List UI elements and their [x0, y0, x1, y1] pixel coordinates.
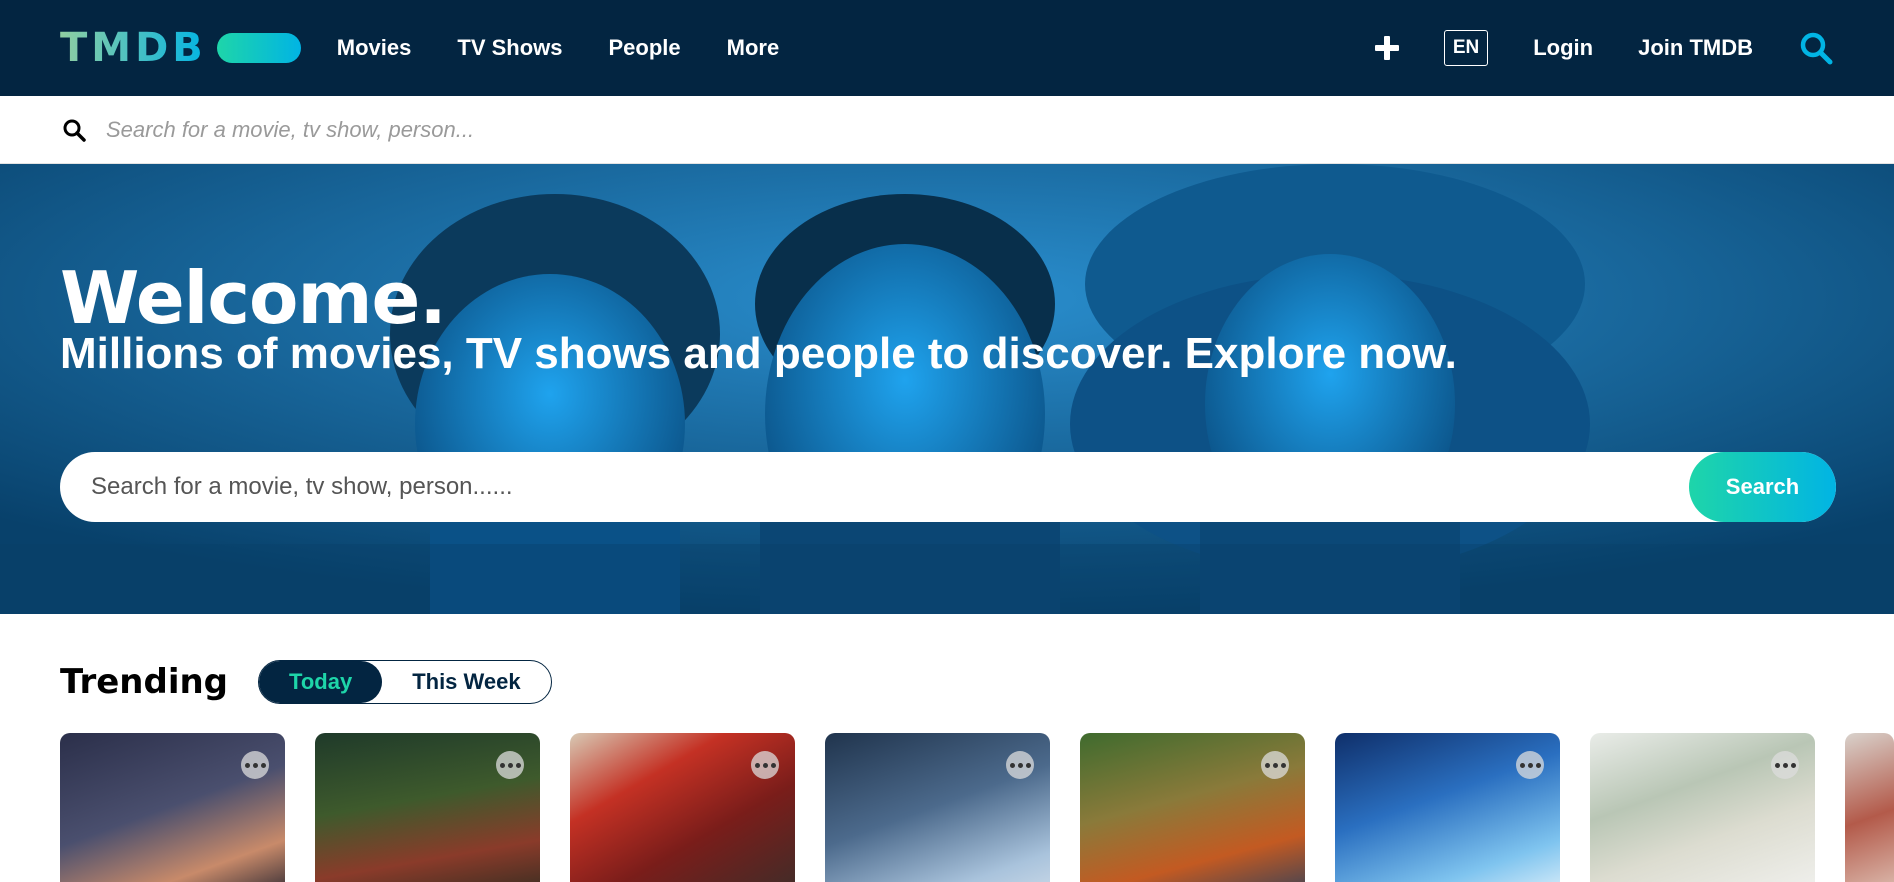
trending-carousel [60, 733, 1894, 882]
trending-card[interactable] [315, 733, 540, 882]
hero-search-input[interactable] [60, 452, 1689, 522]
trending-card[interactable] [1845, 733, 1894, 882]
nav-movies[interactable]: Movies [337, 35, 412, 61]
tmdb-logo[interactable]: TMDB [60, 28, 301, 68]
trending-card[interactable] [1080, 733, 1305, 882]
trending-period-selector: Today This Week [258, 660, 552, 704]
logo-pill-graphic [216, 33, 301, 63]
more-options-icon[interactable] [1006, 751, 1034, 779]
hero-title: Welcome. [60, 256, 447, 340]
more-options-icon[interactable] [751, 751, 779, 779]
more-options-icon[interactable] [241, 751, 269, 779]
tab-today[interactable]: Today [259, 661, 383, 703]
trending-card[interactable] [1590, 733, 1815, 882]
hero-search-button[interactable]: Search [1689, 452, 1836, 522]
hero-background-image [0, 164, 1894, 614]
quick-search-input[interactable] [106, 116, 1806, 143]
quick-search-bar [0, 96, 1894, 164]
trending-card[interactable] [570, 733, 795, 882]
nav-more[interactable]: More [727, 35, 780, 61]
logo-text: TMDB [60, 25, 207, 71]
hero-banner: Welcome. Millions of movies, TV shows an… [0, 164, 1894, 614]
search-icon [63, 119, 86, 142]
tab-this-week[interactable]: This Week [382, 661, 550, 703]
nav-right-actions: EN Login Join TMDB [1374, 30, 1834, 66]
join-link[interactable]: Join TMDB [1638, 35, 1753, 61]
hero-subtitle: Millions of movies, TV shows and people … [60, 329, 1457, 378]
language-selector[interactable]: EN [1443, 30, 1489, 66]
more-options-icon[interactable] [1516, 751, 1544, 779]
more-options-icon[interactable] [496, 751, 524, 779]
trending-card[interactable] [1335, 733, 1560, 882]
trending-header: Trending Today This Week [60, 660, 552, 704]
trending-card[interactable] [825, 733, 1050, 882]
search-icon[interactable] [1798, 30, 1834, 66]
nav-menu: Movies TV Shows People More [337, 35, 779, 61]
hero-search-bar: Search [60, 452, 1836, 522]
nav-tv-shows[interactable]: TV Shows [457, 35, 562, 61]
trending-title: Trending [60, 662, 229, 702]
more-options-icon[interactable] [1771, 751, 1799, 779]
plus-icon[interactable] [1374, 36, 1399, 60]
trending-card[interactable] [60, 733, 285, 882]
login-link[interactable]: Login [1533, 35, 1593, 61]
more-options-icon[interactable] [1261, 751, 1289, 779]
top-navigation: TMDB Movies TV Shows People More EN Logi… [0, 0, 1894, 96]
nav-people[interactable]: People [609, 35, 681, 61]
